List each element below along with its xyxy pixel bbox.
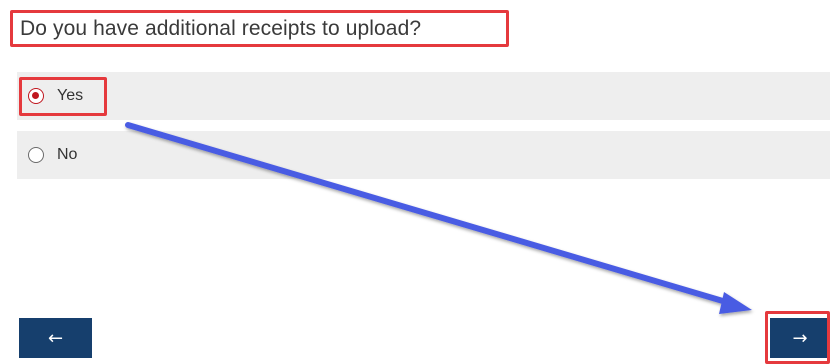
next-button[interactable]: → [770,318,830,358]
question-text: Do you have additional receipts to uploa… [20,17,422,40]
annotation-arrow [125,122,752,314]
arrow-head [719,292,752,314]
no-radio[interactable] [28,147,44,163]
back-button[interactable]: ← [19,318,92,358]
arrow-right-icon: → [792,327,808,349]
yes-label: Yes [57,87,84,104]
yes-radio[interactable] [28,88,44,104]
arrow-left-icon: ← [47,327,64,349]
option-yes[interactable]: Yes [17,72,830,120]
no-label: No [57,146,78,163]
option-no[interactable]: No [17,131,830,179]
